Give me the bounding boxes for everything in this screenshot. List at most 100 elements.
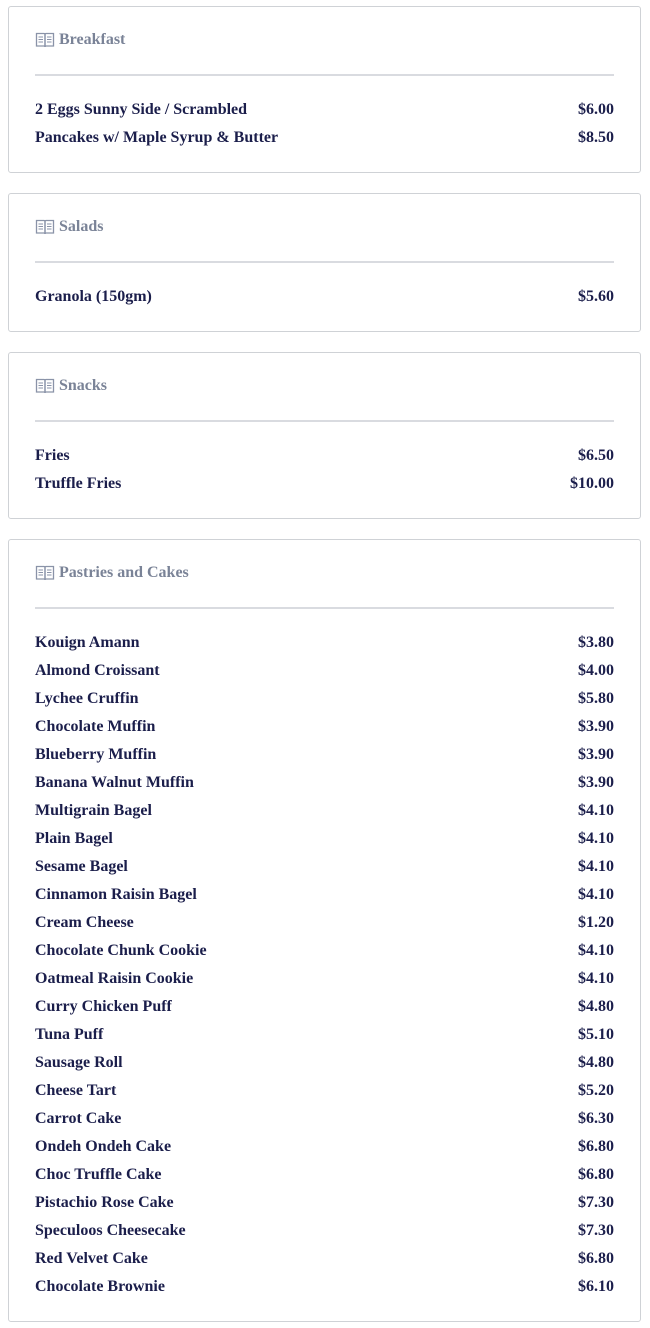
menu-item: Chocolate Chunk Cookie $4.10 (35, 937, 614, 965)
menu-item-price: $5.10 (578, 1026, 614, 1043)
book-icon (35, 565, 55, 581)
menu-item-price: $6.50 (578, 447, 614, 464)
menu-item-price: $4.10 (578, 942, 614, 959)
menu-item-name: Pancakes w/ Maple Syrup & Butter (35, 129, 279, 146)
menu-section-salads: Salads Granola (150gm) $5.60 (8, 193, 641, 332)
menu-item-name: Pistachio Rose Cake (35, 1194, 174, 1211)
menu-item-price: $7.30 (578, 1194, 614, 1211)
menu-item: Blueberry Muffin $3.90 (35, 741, 614, 769)
menu-item-price: $10.00 (570, 475, 614, 492)
menu-item: Cheese Tart $5.20 (35, 1077, 614, 1105)
menu-item-name: Carrot Cake (35, 1110, 122, 1127)
section-divider (35, 420, 614, 422)
menu-item-name: Cheese Tart (35, 1082, 117, 1099)
book-icon (35, 378, 55, 394)
menu-item: Chocolate Brownie $6.10 (35, 1273, 614, 1301)
menu-item-name: Cinnamon Raisin Bagel (35, 886, 197, 903)
menu-item-name: Almond Croissant (35, 662, 160, 679)
menu-item: Chocolate Muffin $3.90 (35, 713, 614, 741)
menu-item-name: Choc Truffle Cake (35, 1166, 162, 1183)
section-header: Salads (35, 215, 103, 239)
menu-item: Ondeh Ondeh Cake $6.80 (35, 1133, 614, 1161)
section-title: Breakfast (59, 31, 126, 48)
section-title: Salads (59, 218, 104, 235)
menu-item-price: $4.10 (578, 886, 614, 903)
menu-item-price: $1.20 (578, 914, 614, 931)
menu-item-price: $3.90 (578, 746, 614, 763)
section-divider (35, 607, 614, 609)
menu-item-name: Banana Walnut Muffin (35, 774, 194, 791)
menu-item: Truffle Fries $10.00 (35, 470, 614, 498)
menu-section-pastries-and-cakes: Pastries and Cakes Kouign Amann $3.80 Alm… (8, 539, 641, 1322)
menu-item-price: $4.10 (578, 858, 614, 875)
menu-item: Sesame Bagel $4.10 (35, 853, 614, 881)
menu-item: Lychee Cruffin $5.80 (35, 685, 614, 713)
menu-item-price: $4.80 (578, 998, 614, 1015)
menu-item-price: $6.10 (578, 1278, 614, 1295)
menu-item-price: $3.90 (578, 774, 614, 791)
menu-item-name: Plain Bagel (35, 830, 113, 847)
menu-item-price: $6.80 (578, 1250, 614, 1267)
menu-item: Plain Bagel $4.10 (35, 825, 614, 853)
menu-item-name: Truffle Fries (35, 475, 122, 492)
menu-item-name: Chocolate Chunk Cookie (35, 942, 207, 959)
menu-item-price: $3.80 (578, 634, 614, 651)
menu-item-name: Ondeh Ondeh Cake (35, 1138, 172, 1155)
menu-section-snacks: Snacks Fries $6.50 Truffle Fries $10.00 (8, 352, 641, 519)
menu-item-name: Chocolate Brownie (35, 1278, 165, 1295)
menu-item-name: Red Velvet Cake (35, 1250, 148, 1267)
menu-item-price: $6.30 (578, 1110, 614, 1127)
menu-item: Tuna Puff $5.10 (35, 1021, 614, 1049)
menu-item-name: Cream Cheese (35, 914, 134, 931)
menu-item: Choc Truffle Cake $6.80 (35, 1161, 614, 1189)
menu-item: Pancakes w/ Maple Syrup & Butter $8.50 (35, 124, 614, 152)
section-header: Snacks (35, 374, 107, 398)
menu-item-price: $4.00 (578, 662, 614, 679)
menu-item: Speculoos Cheesecake $7.30 (35, 1217, 614, 1245)
section-header: Breakfast (35, 28, 125, 52)
menu-section-breakfast: Breakfast 2 Eggs Sunny Side / Scrambled … (8, 6, 641, 173)
menu-item-list: Fries $6.50 Truffle Fries $10.00 (35, 442, 614, 498)
menu-item: Banana Walnut Muffin $3.90 (35, 769, 614, 797)
menu-item-name: Kouign Amann (35, 634, 140, 651)
menu-item-name: Speculoos Cheesecake (35, 1222, 186, 1239)
menu-item-price: $8.50 (578, 129, 614, 146)
menu-item: Cream Cheese $1.20 (35, 909, 614, 937)
menu-item-name: Granola (150gm) (35, 288, 152, 305)
menu-item: Fries $6.50 (35, 442, 614, 470)
menu-item: 2 Eggs Sunny Side / Scrambled $6.00 (35, 96, 614, 124)
section-divider (35, 74, 614, 76)
menu-item-price: $5.20 (578, 1082, 614, 1099)
menu-item-name: Tuna Puff (35, 1026, 104, 1043)
menu-item: Red Velvet Cake $6.80 (35, 1245, 614, 1273)
menu-item-name: Chocolate Muffin (35, 718, 156, 735)
menu-item-price: $6.80 (578, 1166, 614, 1183)
section-divider (35, 261, 614, 263)
menu-item-list: 2 Eggs Sunny Side / Scrambled $6.00 Panc… (35, 96, 614, 152)
menu-item-name: Sesame Bagel (35, 858, 128, 875)
book-icon (35, 219, 55, 235)
menu-item: Sausage Roll $4.80 (35, 1049, 614, 1077)
menu-item-price: $3.90 (578, 718, 614, 735)
menu-item-price: $6.80 (578, 1138, 614, 1155)
menu-item-price: $7.30 (578, 1222, 614, 1239)
book-icon (35, 32, 55, 48)
menu-item-price: $5.80 (578, 690, 614, 707)
menu-item-name: Blueberry Muffin (35, 746, 157, 763)
menu-item-list: Kouign Amann $3.80 Almond Croissant $4.00 … (35, 629, 614, 1301)
menu-item: Pistachio Rose Cake $7.30 (35, 1189, 614, 1217)
menu-item: Cinnamon Raisin Bagel $4.10 (35, 881, 614, 909)
menu-item-name: Oatmeal Raisin Cookie (35, 970, 194, 987)
menu-item: Curry Chicken Puff $4.80 (35, 993, 614, 1021)
section-title: Snacks (59, 377, 108, 394)
section-title: Pastries and Cakes (59, 564, 189, 581)
menu-item-price: $4.80 (578, 1054, 614, 1071)
menu-item-name: Curry Chicken Puff (35, 998, 172, 1015)
menu-item-price: $4.10 (578, 970, 614, 987)
section-header: Pastries and Cakes (35, 561, 189, 585)
menu-item-price: $4.10 (578, 802, 614, 819)
menu-item-price: $4.10 (578, 830, 614, 847)
menu-item-name: Multigrain Bagel (35, 802, 152, 819)
menu-item: Multigrain Bagel $4.10 (35, 797, 614, 825)
menu-item-name: Sausage Roll (35, 1054, 123, 1071)
